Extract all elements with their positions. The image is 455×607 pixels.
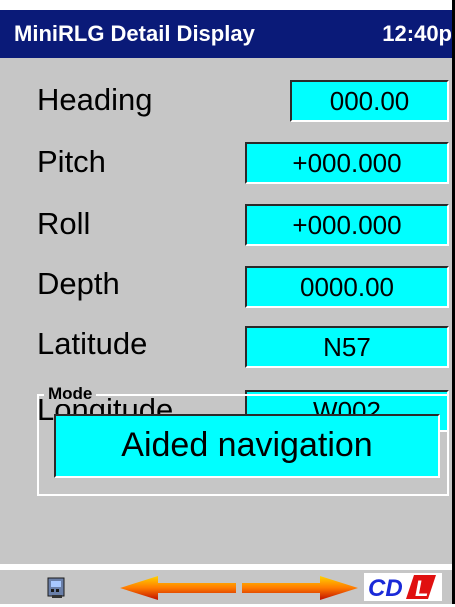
window-title: MiniRLG Detail Display <box>14 21 255 46</box>
depth-value: 0000.00 <box>245 266 449 308</box>
depth-label: Depth <box>37 266 120 301</box>
svg-text:CD: CD <box>368 575 403 601</box>
device-screen: MiniRLG Detail Display 12:40p Heading 00… <box>0 0 455 604</box>
latitude-label: Latitude <box>37 326 148 361</box>
arrow-right-icon[interactable] <box>240 574 360 607</box>
pitch-value: +000.000 <box>245 142 449 184</box>
cdl-logo-icon[interactable]: CD L <box>364 573 442 606</box>
latitude-value: N57 <box>245 326 449 368</box>
taskbar: CD L <box>0 568 452 604</box>
mode-value: Aided navigation <box>54 414 440 478</box>
svg-text:L: L <box>415 576 428 601</box>
roll-label: Roll <box>37 206 91 241</box>
clock[interactable]: 12:40p <box>382 10 452 58</box>
keyboard-icon[interactable] <box>46 576 68 605</box>
mode-legend: Mode <box>44 384 97 404</box>
heading-label: Heading <box>37 82 153 117</box>
title-bar: MiniRLG Detail Display 12:40p <box>0 10 452 58</box>
pitch-label: Pitch <box>37 144 106 179</box>
heading-value: 000.00 <box>290 80 449 122</box>
roll-value: +000.000 <box>245 204 449 246</box>
arrow-left-icon[interactable] <box>118 574 238 607</box>
